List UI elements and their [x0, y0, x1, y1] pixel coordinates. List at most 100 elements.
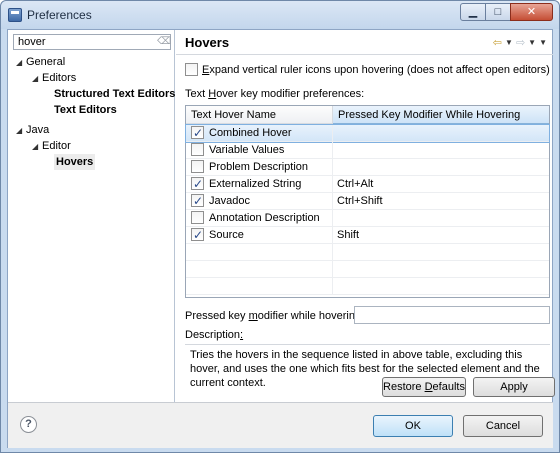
hover-enabled-checkbox[interactable] [191, 210, 204, 224]
hover-enabled-checkbox[interactable] [191, 193, 204, 210]
modifier-cell[interactable] [333, 159, 549, 176]
cancel-button[interactable]: Cancel [463, 415, 543, 437]
hover-name-cell [186, 261, 333, 278]
modifier-cell [333, 261, 549, 278]
hover-name-label: Source [209, 229, 244, 241]
modifier-cell[interactable] [333, 210, 549, 227]
help-icon[interactable]: ? [20, 416, 37, 433]
tree-item[interactable]: Text Editors [54, 102, 117, 118]
forward-arrow-icon[interactable]: ⇨ [516, 36, 525, 49]
preferences-window: Preferences ▁ □ ✕ hover ⌫ ◢ General ◢ Edito… [0, 0, 560, 453]
restore-defaults-button[interactable]: Restore Defaults [382, 377, 466, 397]
column-header-name[interactable]: Text Hover Name [186, 106, 333, 124]
table-row [186, 244, 549, 261]
maximize-button[interactable]: □ [485, 3, 511, 21]
modifier-cell[interactable] [333, 125, 549, 142]
hover-enabled-checkbox[interactable] [191, 142, 204, 156]
tree-item-label: Structured Text Editors [54, 88, 176, 100]
tree-item[interactable]: ◢ General [16, 54, 65, 70]
description-label: Description: [185, 329, 244, 341]
forward-menu-chevron-icon[interactable]: ▼ [528, 38, 536, 47]
modifier-cell [333, 278, 549, 295]
hover-name-cell: Source [186, 227, 333, 244]
dialog-client: hover ⌫ ◢ General ◢ Editors Structured Text … [7, 29, 555, 448]
table-row [186, 278, 549, 295]
minimize-button[interactable]: ▁ [460, 3, 486, 21]
ok-button[interactable]: OK [373, 415, 453, 437]
hover-modifier-table: Text Hover Name Pressed Key Modifier Whi… [185, 105, 550, 298]
tree-item-label: General [26, 56, 66, 68]
hover-name-label: Problem Description [209, 161, 309, 173]
window-title: Preferences [27, 8, 92, 22]
tree-item[interactable]: ◢ Editor [32, 138, 71, 154]
hover-name-cell: Javadoc [186, 193, 333, 210]
tree-item-label: Hovers [56, 156, 94, 168]
hover-name-cell: Annotation Description [186, 210, 333, 227]
clear-filter-icon[interactable]: ⌫ [157, 37, 171, 47]
pressed-modifier-label: Pressed key modifier while hovering: [185, 310, 365, 322]
modifier-cell[interactable] [333, 142, 549, 159]
description-text: Tries the hovers in the sequence listed … [185, 344, 550, 389]
tree-item-label: Editor [42, 140, 71, 152]
tree-item[interactable]: ◢ Java [16, 122, 49, 138]
tree-item[interactable]: Hovers [54, 154, 96, 170]
apply-button[interactable]: Apply [473, 377, 555, 397]
hovers-page: Hovers ⇦ ▼ ⇨ ▼ ▼ Expand vertical ruler ico… [176, 30, 555, 402]
expand-twisty-icon[interactable]: ◢ [32, 139, 42, 155]
pressed-modifier-input[interactable] [354, 306, 550, 324]
expand-twisty-icon[interactable]: ◢ [32, 71, 42, 87]
table-row[interactable]: Externalized String Ctrl+Alt [186, 176, 549, 193]
modifier-cell[interactable]: Ctrl+Shift [333, 193, 549, 210]
filter-value: hover [18, 36, 46, 48]
modifier-cell[interactable]: Shift [333, 227, 549, 244]
preference-tree-pane: hover ⌫ ◢ General ◢ Editors Structured Text … [8, 30, 175, 402]
table-row[interactable]: Annotation Description [186, 210, 549, 227]
history-nav: ⇦ ▼ ⇨ ▼ ▼ [493, 36, 547, 49]
table-label: Text Hover key modifier preferences: [185, 88, 365, 100]
table-row[interactable]: Javadoc Ctrl+Shift [186, 193, 549, 210]
expand-ruler-checkbox[interactable] [185, 63, 198, 76]
hover-name-label: Combined Hover [209, 127, 292, 139]
expand-ruler-label: Expand vertical ruler icons upon hoverin… [202, 63, 550, 76]
table-row[interactable]: Problem Description [186, 159, 549, 176]
hover-name-cell: Externalized String [186, 176, 333, 193]
expand-twisty-icon[interactable]: ◢ [16, 123, 26, 139]
table-row [186, 261, 549, 278]
hover-enabled-checkbox[interactable] [191, 227, 204, 244]
table-row[interactable]: Source Shift [186, 227, 549, 244]
column-header-modifier[interactable]: Pressed Key Modifier While Hovering [333, 106, 549, 124]
modifier-cell [333, 244, 549, 261]
hover-name-label: Externalized String [209, 178, 302, 190]
modifier-cell[interactable]: Ctrl+Alt [333, 176, 549, 193]
tree-item-label: Text Editors [54, 104, 117, 116]
page-title: Hovers [185, 35, 230, 50]
header-divider [176, 54, 553, 55]
title-bar[interactable]: Preferences ▁ □ ✕ [1, 1, 559, 29]
preferences-app-icon [8, 8, 22, 22]
table-row[interactable]: Variable Values [186, 142, 549, 159]
tree-item[interactable]: Structured Text Editors [54, 86, 175, 102]
hover-enabled-checkbox[interactable] [191, 159, 204, 173]
expand-ruler-option[interactable]: Expand vertical ruler icons upon hoverin… [185, 63, 550, 76]
hover-name-cell: Variable Values [186, 142, 333, 159]
hover-enabled-checkbox[interactable] [191, 125, 204, 142]
expand-twisty-icon[interactable]: ◢ [16, 55, 26, 71]
hover-name-label: Variable Values [209, 144, 285, 156]
hover-name-cell: Combined Hover [186, 125, 333, 142]
back-menu-chevron-icon[interactable]: ▼ [505, 38, 513, 47]
view-menu-chevron-icon[interactable]: ▼ [539, 38, 547, 47]
dialog-button-bar: ? OK Cancel [8, 402, 553, 448]
hover-name-label: Javadoc [209, 195, 250, 207]
hover-name-cell [186, 278, 333, 295]
table-row[interactable]: Combined Hover [185, 124, 550, 143]
hover-name-label: Annotation Description [209, 212, 320, 224]
back-arrow-icon[interactable]: ⇦ [493, 36, 502, 49]
hover-name-cell [186, 244, 333, 261]
tree-item-label: Editors [42, 72, 77, 84]
tree-item[interactable]: ◢ Editors [32, 70, 76, 86]
hover-enabled-checkbox[interactable] [191, 176, 204, 193]
tree-item-label: Java [26, 124, 50, 136]
filter-input[interactable]: hover ⌫ [13, 34, 171, 50]
hover-name-cell: Problem Description [186, 159, 333, 176]
close-button[interactable]: ✕ [510, 3, 553, 21]
